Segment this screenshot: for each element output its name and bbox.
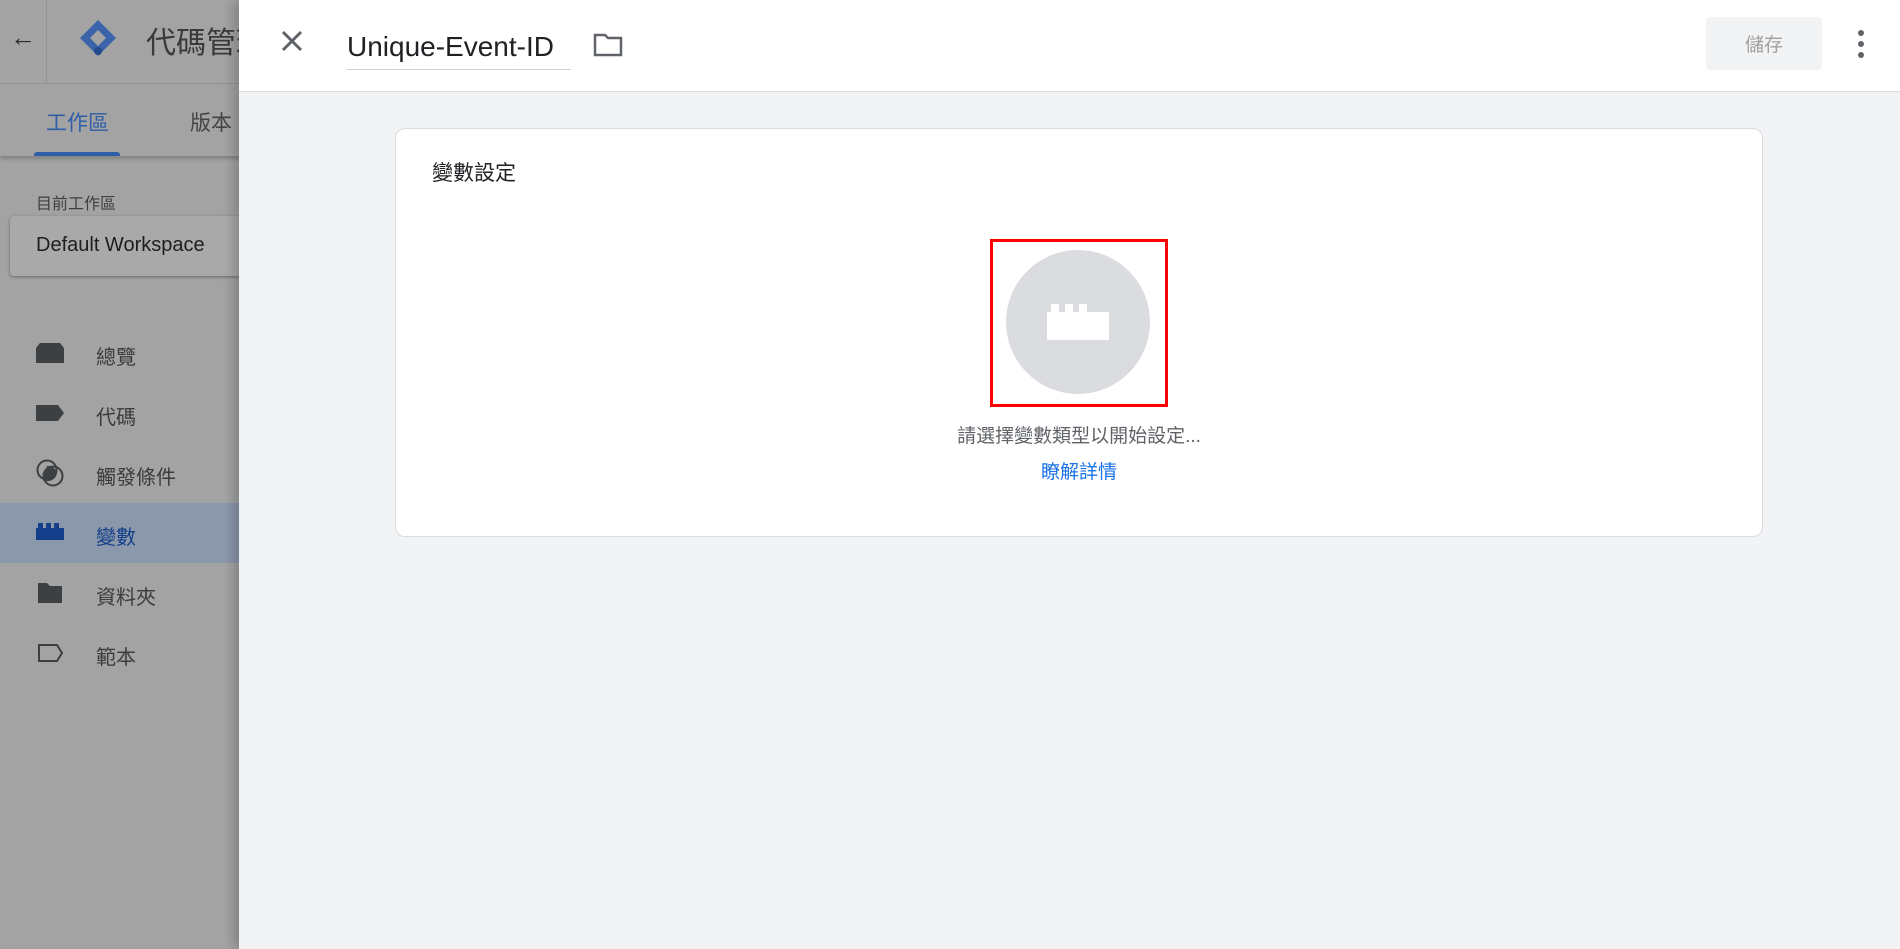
workspace-label: 目前工作區 — [36, 196, 117, 213]
variable-brick-icon — [36, 523, 64, 540]
panel-header: 儲存 — [239, 0, 1900, 92]
sidebar-item-label: 資料夾 — [96, 587, 156, 609]
sidebar-item-label: 代碼 — [96, 407, 136, 429]
learn-more-link[interactable]: 瞭解詳情 — [396, 457, 1762, 484]
divider — [46, 0, 47, 84]
template-icon — [38, 644, 64, 662]
save-button[interactable]: 儲存 — [1706, 17, 1822, 70]
sidebar-item-folders[interactable]: 資料夾 — [0, 563, 260, 623]
choose-variable-type-button[interactable] — [1006, 250, 1150, 394]
close-icon[interactable] — [277, 26, 307, 56]
tag-icon — [36, 405, 64, 421]
tab-versions[interactable]: 版本 — [190, 107, 232, 137]
sidebar-item-label: 變數 — [96, 527, 136, 549]
trigger-icon — [36, 459, 64, 487]
sidebar-item-label: 觸發條件 — [96, 467, 176, 489]
sidebar-item-overview[interactable]: 總覽 — [0, 323, 260, 383]
variable-name-input[interactable] — [347, 24, 571, 70]
folder-icon — [38, 583, 62, 603]
sidebar-item-templates[interactable]: 範本 — [0, 623, 260, 683]
variable-editor-panel: 儲存 變數設定 請選擇變數類型以開始設定... 瞭解詳情 — [239, 0, 1900, 949]
tab-workspace[interactable]: 工作區 — [46, 107, 109, 137]
more-options-icon[interactable] — [1856, 28, 1866, 60]
gtm-logo-icon — [80, 20, 116, 56]
sidebar-item-tags[interactable]: 代碼 — [0, 383, 260, 443]
sidebar-item-triggers[interactable]: 觸發條件 — [0, 443, 260, 503]
tab-bar: 工作區 版本 — [0, 84, 260, 156]
overview-icon — [36, 343, 64, 363]
sidebar-item-label: 總覽 — [96, 347, 136, 369]
variable-configuration-card: 變數設定 請選擇變數類型以開始設定... 瞭解詳情 — [395, 128, 1763, 537]
card-title: 變數設定 — [432, 162, 516, 185]
workspace-selector[interactable]: Default Workspace — [10, 216, 260, 276]
app-header: ← 代碼管理工具 — [0, 0, 326, 84]
active-tab-indicator — [34, 152, 120, 156]
sidebar-item-variables[interactable]: 變數 — [0, 503, 260, 563]
hint-text: 請選擇變數類型以開始設定... — [957, 426, 1201, 447]
sidebar: ← 代碼管理工具 工作區 版本 目前工作區 Default Workspace … — [0, 0, 326, 949]
back-arrow-icon[interactable]: ← — [10, 22, 36, 53]
variable-type-selector-highlight[interactable] — [990, 239, 1168, 407]
folder-icon[interactable] — [593, 32, 623, 58]
variable-brick-icon — [1047, 304, 1109, 340]
sidebar-item-label: 範本 — [96, 647, 136, 669]
